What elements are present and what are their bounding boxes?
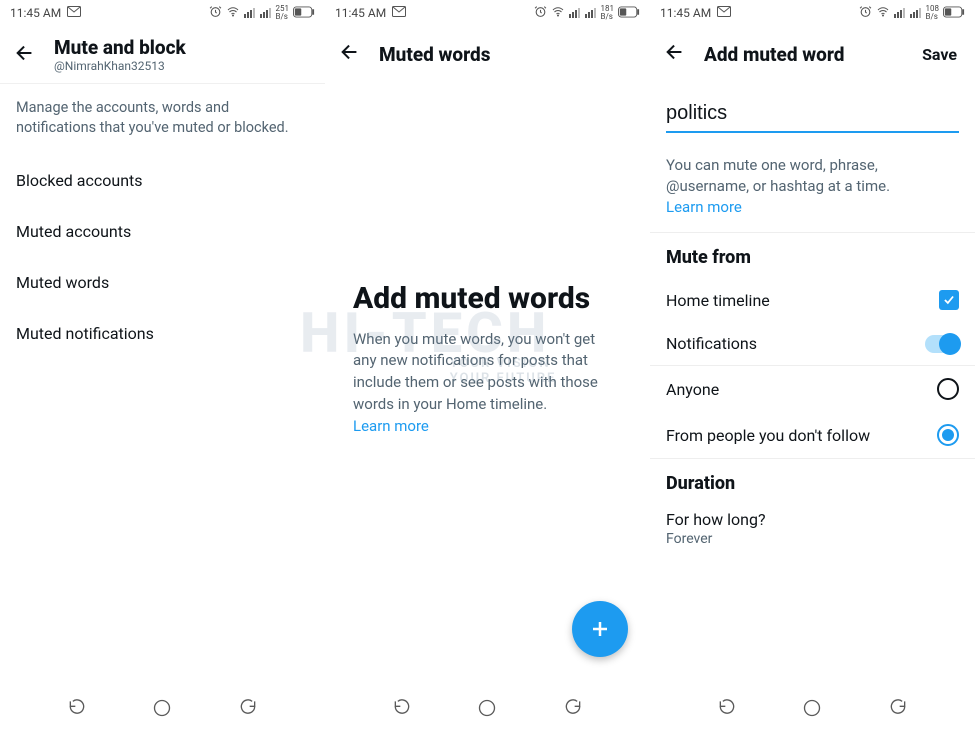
battery-icon	[943, 6, 965, 21]
net-unit: B/s	[926, 13, 940, 21]
add-muted-word-fab[interactable]	[572, 601, 628, 657]
empty-heading: Add muted words	[353, 282, 622, 317]
row-duration[interactable]: For how long? Forever	[650, 504, 975, 563]
panel-mute-and-block: 11:45 AM 251 B/s Mute and block @NimrahK…	[0, 0, 325, 731]
row-label: From people you don't follow	[666, 426, 870, 445]
alarm-icon	[859, 5, 872, 21]
wifi-icon	[876, 6, 890, 21]
net-unit: B/s	[276, 13, 290, 21]
wifi-icon	[551, 6, 565, 21]
nav-back-button[interactable]	[238, 698, 258, 718]
signal-icon-2	[260, 6, 272, 21]
duration-value: Forever	[666, 531, 959, 547]
muted-word-input[interactable]	[666, 100, 959, 133]
nav-back-button[interactable]	[888, 698, 908, 718]
input-hint: You can mute one word, phrase, @username…	[666, 156, 890, 195]
signal-icon-2	[910, 6, 922, 21]
row-home-timeline[interactable]: Home timeline	[650, 278, 975, 322]
signal-icon	[569, 6, 581, 21]
duration-question: For how long?	[666, 510, 959, 529]
menu-blocked-accounts[interactable]: Blocked accounts	[0, 155, 325, 206]
alarm-icon	[209, 5, 222, 21]
system-navbar	[0, 685, 325, 731]
row-label: Anyone	[666, 380, 719, 399]
learn-more-link[interactable]: Learn more	[353, 417, 429, 435]
page-description: Manage the accounts, words and notificat…	[0, 84, 325, 155]
signal-icon-2	[585, 6, 597, 21]
header: Mute and block @NimrahKhan32513	[0, 26, 325, 84]
row-anyone[interactable]: Anyone	[650, 365, 975, 412]
notifications-toggle[interactable]	[925, 335, 959, 353]
mail-icon	[392, 6, 406, 20]
row-label: Notifications	[666, 334, 757, 353]
nav-home-button[interactable]	[152, 698, 172, 718]
battery-icon	[618, 6, 640, 21]
signal-icon	[894, 6, 906, 21]
save-button[interactable]: Save	[922, 45, 961, 64]
alarm-icon	[534, 5, 547, 21]
system-navbar	[325, 685, 650, 731]
page-title: Add muted word	[704, 43, 904, 66]
mail-icon	[717, 6, 731, 20]
menu-muted-notifications[interactable]: Muted notifications	[0, 308, 325, 359]
panel-muted-words: 11:45 AM 181 B/s Muted words Add muted w…	[325, 0, 650, 731]
page-title: Muted words	[379, 43, 636, 66]
nav-recent-button[interactable]	[717, 698, 737, 718]
learn-more-link[interactable]: Learn more	[666, 198, 742, 216]
row-label: Home timeline	[666, 291, 770, 310]
menu-muted-words[interactable]: Muted words	[0, 257, 325, 308]
statusbar: 11:45 AM 108 B/s	[650, 0, 975, 26]
statusbar-time: 11:45 AM	[335, 6, 386, 20]
duration-section-label: Duration	[650, 459, 975, 504]
mute-from-section-label: Mute from	[650, 233, 975, 278]
statusbar: 11:45 AM 251 B/s	[0, 0, 325, 26]
nav-recent-button[interactable]	[67, 698, 87, 718]
back-button[interactable]	[14, 42, 36, 68]
wifi-icon	[226, 6, 240, 21]
empty-body: When you mute words, you won't get any n…	[353, 330, 598, 413]
statusbar-time: 11:45 AM	[660, 6, 711, 20]
header: Add muted word Save	[650, 26, 975, 82]
net-unit: B/s	[601, 13, 615, 21]
signal-icon	[244, 6, 256, 21]
header: Muted words	[325, 26, 650, 82]
mail-icon	[67, 6, 81, 20]
row-not-follow[interactable]: From people you don't follow	[650, 412, 975, 458]
statusbar-time: 11:45 AM	[10, 6, 61, 20]
page-subtitle: @NimrahKhan32513	[54, 59, 186, 73]
statusbar: 11:45 AM 181 B/s	[325, 0, 650, 26]
nav-home-button[interactable]	[477, 698, 497, 718]
menu-muted-accounts[interactable]: Muted accounts	[0, 206, 325, 257]
system-navbar	[650, 685, 975, 731]
nav-home-button[interactable]	[802, 698, 822, 718]
nav-recent-button[interactable]	[392, 698, 412, 718]
not-follow-radio[interactable]	[937, 424, 959, 446]
home-timeline-checkbox[interactable]	[939, 290, 959, 310]
page-title: Mute and block	[54, 36, 186, 59]
back-button[interactable]	[339, 41, 361, 67]
row-notifications[interactable]: Notifications	[650, 322, 975, 365]
empty-state: Add muted words When you mute words, you…	[325, 82, 650, 437]
panel-add-muted-word: 11:45 AM 108 B/s Add muted word Save	[650, 0, 975, 731]
battery-icon	[293, 6, 315, 21]
nav-back-button[interactable]	[563, 698, 583, 718]
anyone-radio[interactable]	[937, 378, 959, 400]
back-button[interactable]	[664, 41, 686, 67]
